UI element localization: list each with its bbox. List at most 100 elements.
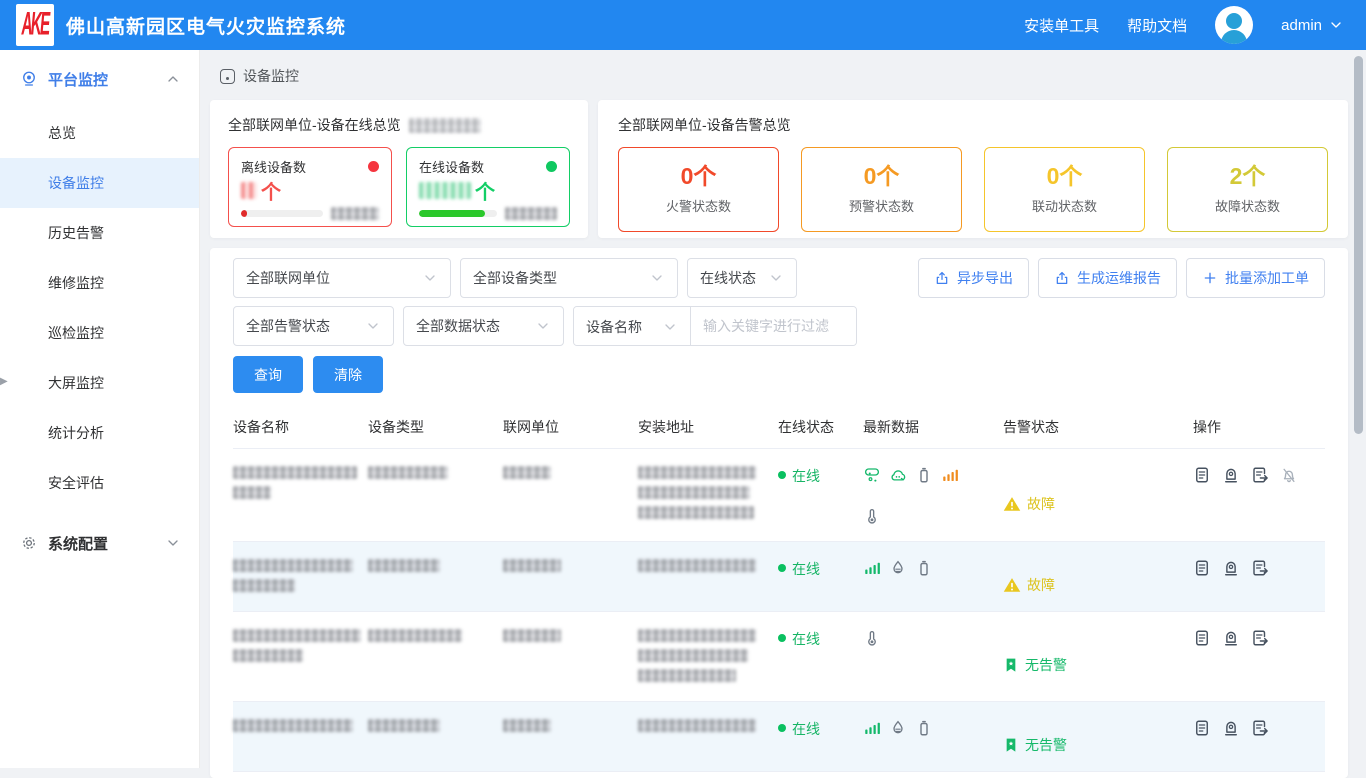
username: admin xyxy=(1281,17,1322,34)
battery-icon[interactable] xyxy=(915,719,933,737)
offline-progress-bar xyxy=(241,210,323,217)
table-row[interactable]: 在线 无告警 xyxy=(233,612,1325,702)
redacted-percent xyxy=(505,207,557,220)
log-icon[interactable] xyxy=(1193,629,1211,647)
sidebar-item-safety-assessment[interactable]: 安全评估 xyxy=(0,458,199,508)
clear-button[interactable]: 清除 xyxy=(313,356,383,393)
online-dot xyxy=(778,471,786,479)
signal-icon[interactable] xyxy=(941,466,959,484)
col-alarm-status: 告警状态 xyxy=(1003,417,1193,437)
cell-device-type xyxy=(368,629,503,701)
query-button[interactable]: 查询 xyxy=(233,356,303,393)
humidity-icon[interactable] xyxy=(889,559,907,577)
signal-icon[interactable] xyxy=(863,559,881,577)
cell-alarm-status: 故障 xyxy=(1003,466,1193,541)
table-row[interactable]: 在线 故障 xyxy=(233,542,1325,612)
cell-device-type xyxy=(368,559,503,611)
sidebar-item-label: 巡检监控 xyxy=(48,323,104,343)
user-menu[interactable]: admin xyxy=(1281,17,1344,34)
cell-online-status: 在线 xyxy=(778,719,863,771)
sidebar-item-history-alarm[interactable]: 历史告警 xyxy=(0,208,199,258)
sensor-icon[interactable] xyxy=(863,466,881,484)
camera-icon[interactable] xyxy=(1222,466,1240,484)
bookmark-icon xyxy=(1003,737,1019,753)
fault-label: 故障状态数 xyxy=(1215,196,1280,215)
col-online-status: 在线状态 xyxy=(778,417,863,437)
breadcrumb-icon xyxy=(220,69,235,84)
cell-install-address xyxy=(638,629,778,701)
sidebar-item-label: 大屏监控 xyxy=(48,373,104,393)
cell-online-status: 在线 xyxy=(778,559,863,611)
data-status-select[interactable]: 全部数据状态 xyxy=(403,306,564,346)
device-type-select[interactable]: 全部设备类型 xyxy=(460,258,678,298)
install-tool-link[interactable]: 安装单工具 xyxy=(1024,15,1099,36)
keyword-input[interactable] xyxy=(691,307,856,345)
bell-muted-icon[interactable] xyxy=(1280,466,1298,484)
thermometer-icon[interactable] xyxy=(863,507,881,525)
app-title: 佛山高新园区电气火灾监控系统 xyxy=(66,12,346,39)
sidebar: 平台监控 总览 设备监控 历史告警 维修监控 巡检监控 大屏监控 统计分析 安全… xyxy=(0,50,200,768)
cell-operations xyxy=(1193,719,1325,771)
unit-filter-select[interactable]: 全部联网单位 xyxy=(233,258,451,298)
page-title: 设备监控 xyxy=(243,66,299,86)
camera-icon[interactable] xyxy=(1222,629,1240,647)
fire-alarm-count: 0 xyxy=(681,163,694,189)
battery-icon[interactable] xyxy=(915,559,933,577)
humidity-icon[interactable] xyxy=(889,719,907,737)
warning-triangle-icon xyxy=(1003,495,1021,513)
camera-icon[interactable] xyxy=(1222,559,1240,577)
search-field-select[interactable]: 设备名称 xyxy=(574,307,691,346)
table-row[interactable]: 在线 无告警 xyxy=(233,702,1325,772)
sidebar-item-inspection-monitor[interactable]: 巡检监控 xyxy=(0,308,199,358)
cell-latest-data xyxy=(863,466,973,541)
sidebar-item-device-monitor[interactable]: 设备监控 xyxy=(0,158,199,208)
redacted-count xyxy=(419,182,471,199)
alarm-status-select[interactable]: 全部告警状态 xyxy=(233,306,394,346)
sidebar-group-system-config[interactable]: 系统配置 xyxy=(0,514,199,572)
async-export-button[interactable]: 异步导出 xyxy=(918,258,1029,298)
table-row[interactable]: 在线 故障 xyxy=(233,449,1325,542)
select-value: 全部设备类型 xyxy=(473,268,557,288)
fire-alarm-card: 0个 火警状态数 xyxy=(618,147,779,232)
cloud-icon[interactable] xyxy=(889,466,907,484)
workorder-icon[interactable] xyxy=(1251,466,1269,484)
cell-alarm-status: 无告警 xyxy=(1003,719,1193,771)
sidebar-group-platform-monitor[interactable]: 平台监控 xyxy=(0,50,199,108)
col-device-type: 设备类型 xyxy=(368,417,503,437)
log-icon[interactable] xyxy=(1193,559,1211,577)
workorder-icon[interactable] xyxy=(1251,559,1269,577)
sidebar-item-bigscreen-monitor[interactable]: 大屏监控 xyxy=(0,358,199,408)
bookmark-icon xyxy=(1003,657,1019,673)
log-icon[interactable] xyxy=(1193,466,1211,484)
sidebar-item-repair-monitor[interactable]: 维修监控 xyxy=(0,258,199,308)
sidebar-collapse-handle[interactable]: ▶ xyxy=(0,374,8,390)
online-device-card: 在线设备数 个 xyxy=(406,147,570,227)
linkage-count: 0 xyxy=(1047,163,1060,189)
sidebar-item-overview[interactable]: 总览 xyxy=(0,108,199,158)
help-doc-link[interactable]: 帮助文档 xyxy=(1127,15,1187,36)
workorder-icon[interactable] xyxy=(1251,629,1269,647)
online-overview-panel: 全部联网单位-设备在线总览 离线设备数 个 xyxy=(210,100,588,238)
batch-add-workorder-button[interactable]: 批量添加工单 xyxy=(1186,258,1325,298)
offline-status-dot xyxy=(368,161,379,172)
battery-icon[interactable] xyxy=(915,466,933,484)
unit: 个 xyxy=(876,163,899,189)
workorder-icon[interactable] xyxy=(1251,719,1269,737)
online-status-select[interactable]: 在线状态 xyxy=(687,258,797,298)
scrollbar-thumb[interactable] xyxy=(1354,56,1363,434)
chevron-up-icon xyxy=(165,71,181,87)
thermometer-icon[interactable] xyxy=(863,629,881,647)
generate-ops-report-button[interactable]: 生成运维报告 xyxy=(1038,258,1177,298)
cell-operations xyxy=(1193,559,1325,611)
sidebar-item-statistics[interactable]: 统计分析 xyxy=(0,408,199,458)
cell-online-status: 在线 xyxy=(778,629,863,701)
online-status-dot xyxy=(546,161,557,172)
signal-icon[interactable] xyxy=(863,719,881,737)
top-bar: AKE 佛山高新园区电气火灾监控系统 安装单工具 帮助文档 admin xyxy=(0,0,1366,50)
camera-icon[interactable] xyxy=(1222,719,1240,737)
chevron-down-icon xyxy=(1328,17,1344,33)
user-avatar[interactable] xyxy=(1215,6,1253,44)
chevron-down-icon xyxy=(165,535,181,551)
alarm-status-text: 故障 xyxy=(1027,494,1055,514)
log-icon[interactable] xyxy=(1193,719,1211,737)
